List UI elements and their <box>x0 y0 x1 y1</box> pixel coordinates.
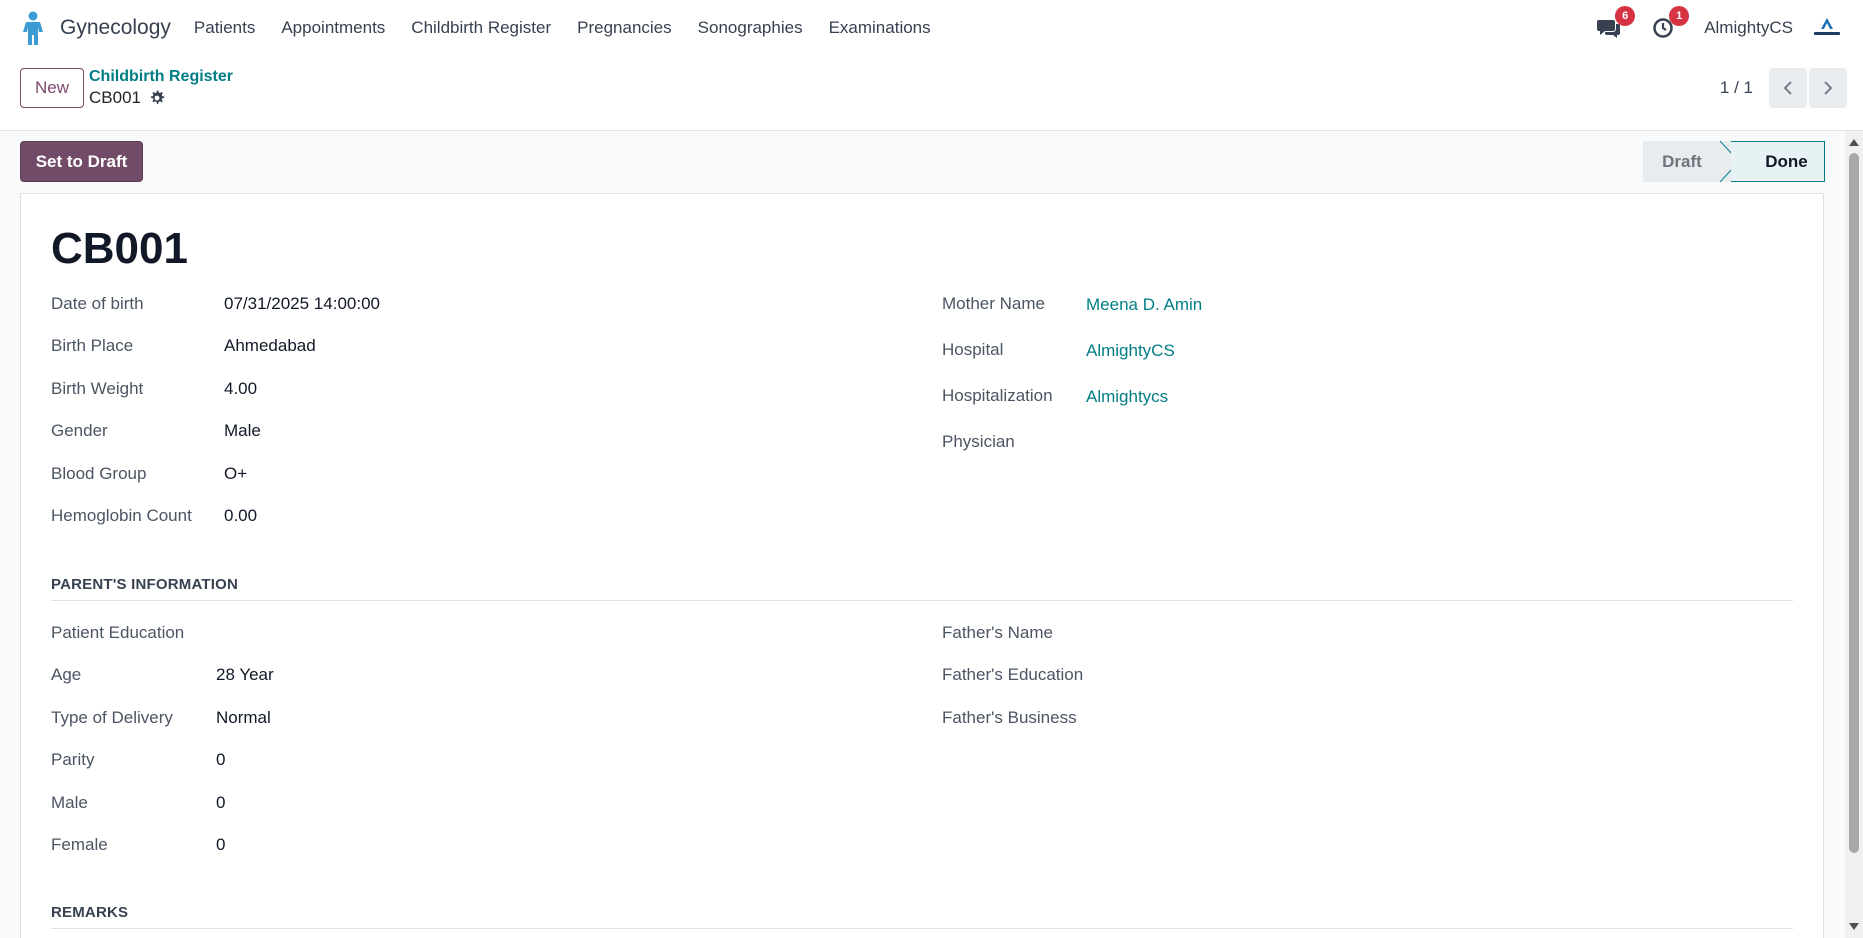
birth-place-label: Birth Place <box>51 336 134 355</box>
menu-pregnancies[interactable]: Pregnancies <box>564 18 685 38</box>
company-logo-icon[interactable] <box>1811 16 1843 40</box>
breadcrumb-current: CB001 <box>89 88 141 107</box>
female-label: Female <box>51 835 108 854</box>
form-sheet: CB001 Date of birth 07/31/2025 14:00:00 … <box>20 193 1824 938</box>
activities-badge: 1 <box>1669 6 1690 26</box>
app-brand[interactable]: Gynecology <box>20 11 171 45</box>
chevron-left-icon <box>1783 81 1792 95</box>
parents-section-divider <box>51 600 1793 601</box>
physician-label: Physician <box>942 432 1015 451</box>
type-of-delivery-value[interactable]: Normal <box>216 708 271 728</box>
mother-name-link[interactable]: Meena D. Amin <box>1086 295 1202 315</box>
new-button[interactable]: New <box>20 68 84 108</box>
scroll-up-icon[interactable] <box>1849 139 1859 146</box>
birth-place-value[interactable]: Ahmedabad <box>224 336 316 356</box>
pager-previous-button[interactable] <box>1769 68 1807 108</box>
messages-badge: 6 <box>1615 6 1636 26</box>
type-of-delivery-label: Type of Delivery <box>51 708 173 727</box>
female-value[interactable]: 0 <box>216 835 225 855</box>
top-navbar: Gynecology Patients Appointments Childbi… <box>0 0 1863 56</box>
record-title: CB001 <box>51 224 188 273</box>
menu-childbirth-register[interactable]: Childbirth Register <box>398 18 564 38</box>
birth-weight-value[interactable]: 4.00 <box>224 379 257 399</box>
patient-education-label: Patient Education <box>51 623 185 642</box>
date-of-birth-value[interactable]: 07/31/2025 14:00:00 <box>224 294 380 314</box>
chevron-right-icon <box>1824 81 1833 95</box>
person-icon <box>23 11 43 45</box>
form-view: Set to Draft Draft Done CB001 Date of bi… <box>0 131 1845 938</box>
pager: 1 / 1 <box>1720 68 1847 108</box>
company-switcher[interactable]: AlmightyCS <box>1704 18 1793 38</box>
parity-value[interactable]: 0 <box>216 750 225 770</box>
parity-label: Parity <box>51 750 95 769</box>
menu-examinations[interactable]: Examinations <box>816 18 944 38</box>
age-label: Age <box>51 665 82 684</box>
stage-done[interactable]: Done <box>1731 141 1825 182</box>
mother-name-label: Mother Name <box>942 294 1045 313</box>
hemoglobin-count-value[interactable]: 0.00 <box>224 506 257 526</box>
fathers-education-label: Father's Education <box>942 665 1084 684</box>
menu-appointments[interactable]: Appointments <box>268 18 398 38</box>
fathers-business-label: Father's Business <box>942 708 1077 727</box>
age-value[interactable]: 28 Year <box>216 665 274 685</box>
gear-icon[interactable] <box>149 90 165 106</box>
menu-sonographies[interactable]: Sonographies <box>685 18 816 38</box>
blood-group-label: Blood Group <box>51 464 147 483</box>
app-name: Gynecology <box>60 16 171 39</box>
status-bar: Draft Done <box>1643 141 1825 182</box>
breadcrumb: Childbirth Register CB001 <box>89 68 233 108</box>
stage-draft[interactable]: Draft <box>1643 141 1731 182</box>
fathers-name-label: Father's Name <box>942 623 1053 642</box>
breadcrumb-parent[interactable]: Childbirth Register <box>89 68 233 86</box>
remarks-section-title: REMARKS <box>51 904 129 921</box>
hospitalization-link[interactable]: Almightycs <box>1086 387 1168 407</box>
messages-button[interactable]: 6 <box>1596 6 1636 41</box>
scroll-down-icon[interactable] <box>1849 923 1859 930</box>
male-value[interactable]: 0 <box>216 793 225 813</box>
vertical-scrollbar[interactable] <box>1845 131 1863 938</box>
blood-group-value[interactable]: O+ <box>224 464 247 484</box>
main-menu: Patients Appointments Childbirth Registe… <box>181 18 944 38</box>
parents-section-title: PARENT'S INFORMATION <box>51 576 239 593</box>
birth-weight-label: Birth Weight <box>51 379 144 398</box>
activities-button[interactable]: 1 <box>1650 6 1690 41</box>
pager-next-button[interactable] <box>1809 68 1847 108</box>
scroll-thumb[interactable] <box>1849 153 1859 853</box>
menu-patients[interactable]: Patients <box>181 18 268 38</box>
set-to-draft-button[interactable]: Set to Draft <box>20 141 143 182</box>
gender-label: Gender <box>51 421 108 440</box>
hospitalization-label: Hospitalization <box>942 386 1053 405</box>
hospital-link[interactable]: AlmightyCS <box>1086 341 1175 361</box>
systray: 6 1 AlmightyCS <box>1596 0 1843 56</box>
pager-value[interactable]: 1 / 1 <box>1720 78 1753 98</box>
hospital-label: Hospital <box>942 340 1004 359</box>
male-label: Male <box>51 793 88 812</box>
date-of-birth-label: Date of birth <box>51 294 144 313</box>
hemoglobin-count-label: Hemoglobin Count <box>51 506 192 525</box>
gender-value[interactable]: Male <box>224 421 261 441</box>
control-panel: New Childbirth Register CB001 1 / 1 <box>0 56 1863 131</box>
remarks-section-divider <box>51 928 1793 929</box>
